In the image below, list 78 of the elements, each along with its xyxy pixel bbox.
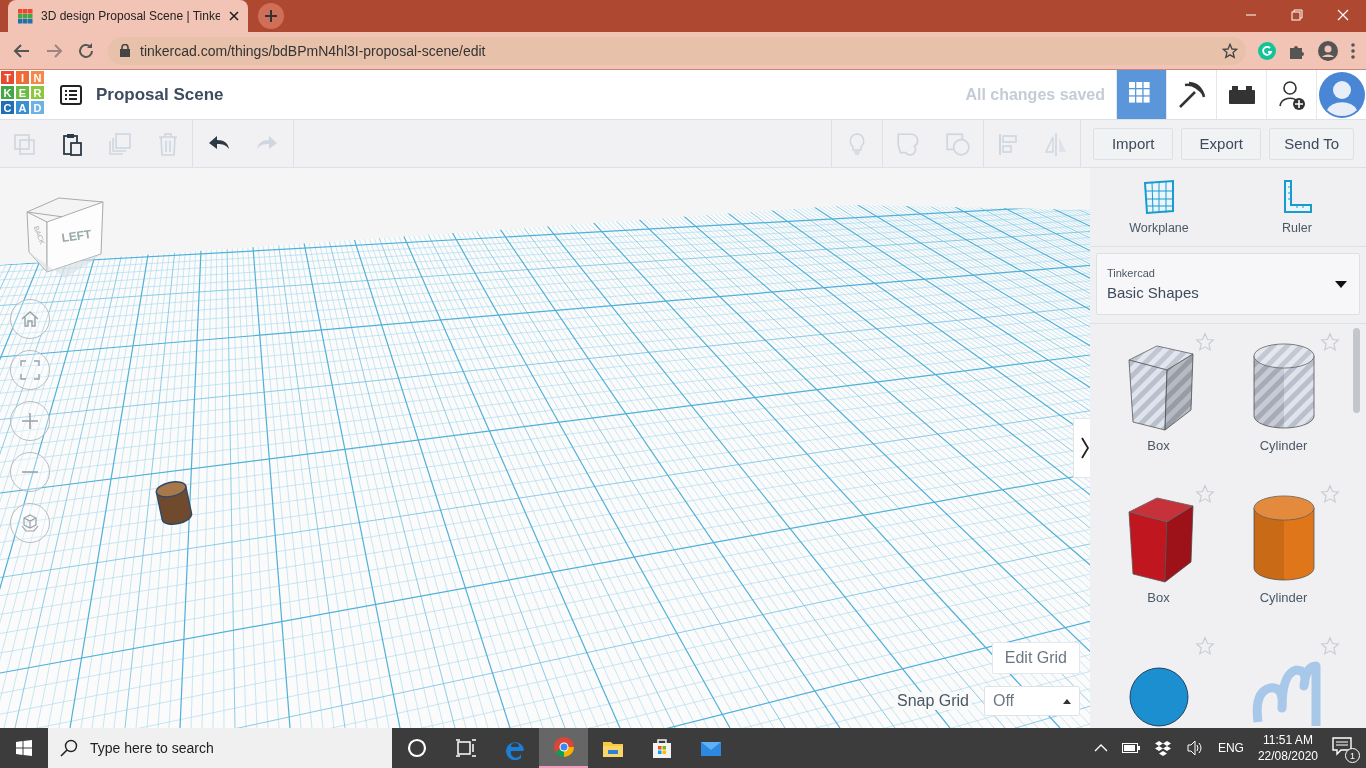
- tinkercad-logo[interactable]: T I N K E R C A D: [0, 70, 45, 115]
- save-status: All changes saved: [965, 85, 1105, 104]
- shape-label: Box: [1147, 590, 1170, 605]
- shape-label: Box: [1147, 438, 1170, 453]
- list-menu-icon[interactable]: [60, 84, 82, 105]
- cube-icon: [20, 513, 40, 533]
- message-icon: [1332, 736, 1352, 756]
- search-placeholder: Type here to search: [90, 740, 214, 756]
- duplicate-icon: [108, 131, 132, 156]
- copy-icon: [12, 131, 36, 156]
- workplane-tool[interactable]: Workplane: [1090, 168, 1228, 246]
- ungroup-icon: [945, 130, 972, 157]
- edit-grid-button[interactable]: Edit Grid: [991, 642, 1080, 674]
- toolbar-button[interactable]: Import: [1093, 127, 1174, 160]
- taskview-logo-icon: [453, 736, 478, 760]
- star-icon[interactable]: [1195, 484, 1215, 504]
- windows-logo-icon: [16, 740, 32, 756]
- new-tab-button[interactable]: [258, 3, 284, 29]
- dropbox-icon[interactable]: [1153, 740, 1172, 756]
- user-avatar-button[interactable]: [1316, 70, 1366, 119]
- bookmark-star-icon[interactable]: [1222, 42, 1238, 59]
- star-icon[interactable]: [1320, 332, 1340, 352]
- workplane-icon: [1141, 179, 1177, 215]
- caret-icon: [1335, 280, 1347, 288]
- toolbar-button[interactable]: Export: [1181, 127, 1262, 160]
- star-icon[interactable]: [1320, 484, 1340, 504]
- notification-count-badge: 1: [1345, 748, 1360, 763]
- minus-icon: [21, 471, 39, 473]
- fit-view-button[interactable]: [10, 350, 50, 390]
- home-icon: [20, 309, 40, 329]
- lock-icon: [120, 44, 130, 57]
- url-text: tinkercad.com/things/bdBPmN4hl3I-proposal-scene/edit: [140, 42, 487, 59]
- add-user-icon: [1276, 78, 1307, 111]
- shape-label: Cylinder: [1259, 590, 1308, 605]
- taskbar-search-field[interactable]: Type here to search: [48, 728, 392, 768]
- caret-icon: [1063, 698, 1071, 704]
- delete-icon: [156, 131, 180, 156]
- ruler-tool[interactable]: Ruler: [1228, 168, 1366, 246]
- mirror-icon: [1044, 131, 1069, 156]
- star-icon[interactable]: [1195, 636, 1215, 656]
- address-bar[interactable]: tinkercad.com/things/bdBPmN4hl3I-proposal-scene/edit: [108, 36, 1246, 65]
- cube-face-label: LEFT: [60, 227, 93, 246]
- paste-icon: [60, 131, 84, 156]
- library-name: Basic Shapes: [1107, 284, 1200, 301]
- plus-icon: [264, 9, 278, 23]
- tinkercad-logo-icon: [18, 8, 33, 24]
- toolbar-button[interactable]: Send To: [1269, 127, 1354, 160]
- snap-grid-label: Snap Grid: [893, 692, 972, 710]
- shape-label: Cylinder: [1259, 438, 1308, 453]
- panel-toggle-button[interactable]: [1073, 418, 1090, 478]
- close-icon[interactable]: [228, 10, 240, 22]
- zoom-in-button[interactable]: [10, 401, 50, 441]
- star-icon[interactable]: [1320, 636, 1340, 656]
- scrollbar[interactable]: [1353, 328, 1360, 413]
- star-icon[interactable]: [1195, 332, 1215, 352]
- perspective-button[interactable]: [10, 503, 50, 543]
- plus-icon: [21, 412, 39, 430]
- design-title[interactable]: Proposal Scene: [96, 84, 966, 105]
- view-cube[interactable]: [26, 197, 104, 278]
- language-indicator[interactable]: ENG: [1217, 741, 1244, 755]
- frame-corners-icon: [20, 360, 40, 380]
- taskbar-clock[interactable]: 11:51 AM 22/08/2020: [1257, 732, 1318, 764]
- zoom-out-button[interactable]: [10, 452, 50, 492]
- avatar-icon: [1318, 71, 1365, 118]
- home-view-button[interactable]: [10, 299, 50, 339]
- grammarly-extension-icon[interactable]: [1258, 41, 1276, 60]
- snap-grid-dropdown[interactable]: Off: [984, 686, 1080, 716]
- shape-library-dropdown[interactable]: Tinkercad Basic Shapes: [1096, 253, 1360, 315]
- show-hidden-icons[interactable]: [1093, 744, 1108, 752]
- battery-icon[interactable]: [1121, 743, 1140, 753]
- search-icon: [60, 739, 78, 757]
- cylinder-object[interactable]: [153, 479, 195, 527]
- chrome-logo-icon: [551, 735, 576, 759]
- profile-icon[interactable]: [1318, 40, 1338, 61]
- menu-icon[interactable]: [1350, 41, 1356, 60]
- chevron-right-icon: [1079, 437, 1090, 459]
- volume-icon[interactable]: [1185, 740, 1204, 756]
- library-source: Tinkercad: [1107, 267, 1156, 279]
